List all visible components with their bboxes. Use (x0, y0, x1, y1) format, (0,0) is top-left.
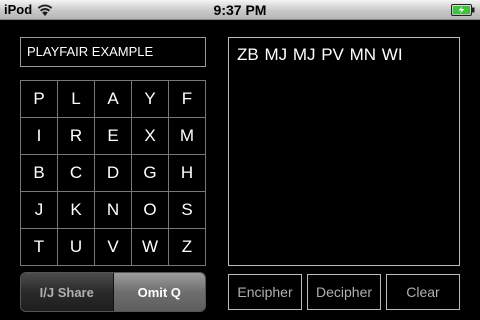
grid-cell: Y (132, 81, 168, 117)
grid-cell: P (21, 81, 57, 117)
grid-cell: R (58, 118, 94, 154)
grid-cell: D (95, 155, 131, 191)
encipher-button[interactable]: Encipher (228, 274, 302, 310)
playfair-key-grid: P L A Y F I R E X M B C D G H J K N O S … (20, 80, 206, 266)
grid-cell: Z (169, 229, 205, 265)
status-bar: iPod 9:37 PM (0, 0, 480, 20)
omit-q-segment[interactable]: Omit Q (113, 273, 205, 311)
grid-cell: J (21, 192, 57, 228)
grid-cell: M (169, 118, 205, 154)
grid-cell: B (21, 155, 57, 191)
key-phrase-input[interactable]: PLAYFAIR EXAMPLE (20, 37, 206, 67)
grid-cell: S (169, 192, 205, 228)
grid-cell: G (132, 155, 168, 191)
grid-cell: V (95, 229, 131, 265)
grid-cell: W (132, 229, 168, 265)
grid-cell: L (58, 81, 94, 117)
grid-cell: F (169, 81, 205, 117)
grid-cell: O (132, 192, 168, 228)
grid-cell: A (95, 81, 131, 117)
grid-cell: X (132, 118, 168, 154)
grid-cell: T (21, 229, 57, 265)
grid-cell: I (21, 118, 57, 154)
grid-cell: U (58, 229, 94, 265)
decipher-button[interactable]: Decipher (307, 274, 381, 310)
ij-share-segment[interactable]: I/J Share (21, 273, 114, 311)
clock: 9:37 PM (213, 2, 267, 18)
grid-cell: E (95, 118, 131, 154)
clear-button[interactable]: Clear (386, 274, 460, 310)
grid-cell: C (58, 155, 94, 191)
grid-cell: K (58, 192, 94, 228)
output-text-area[interactable]: ZB MJ MJ PV MN WI (228, 37, 460, 266)
grid-cell: N (95, 192, 131, 228)
battery-charging-icon (451, 4, 475, 16)
mode-segmented-control[interactable]: I/J Share Omit Q (20, 272, 206, 312)
grid-cell: H (169, 155, 205, 191)
